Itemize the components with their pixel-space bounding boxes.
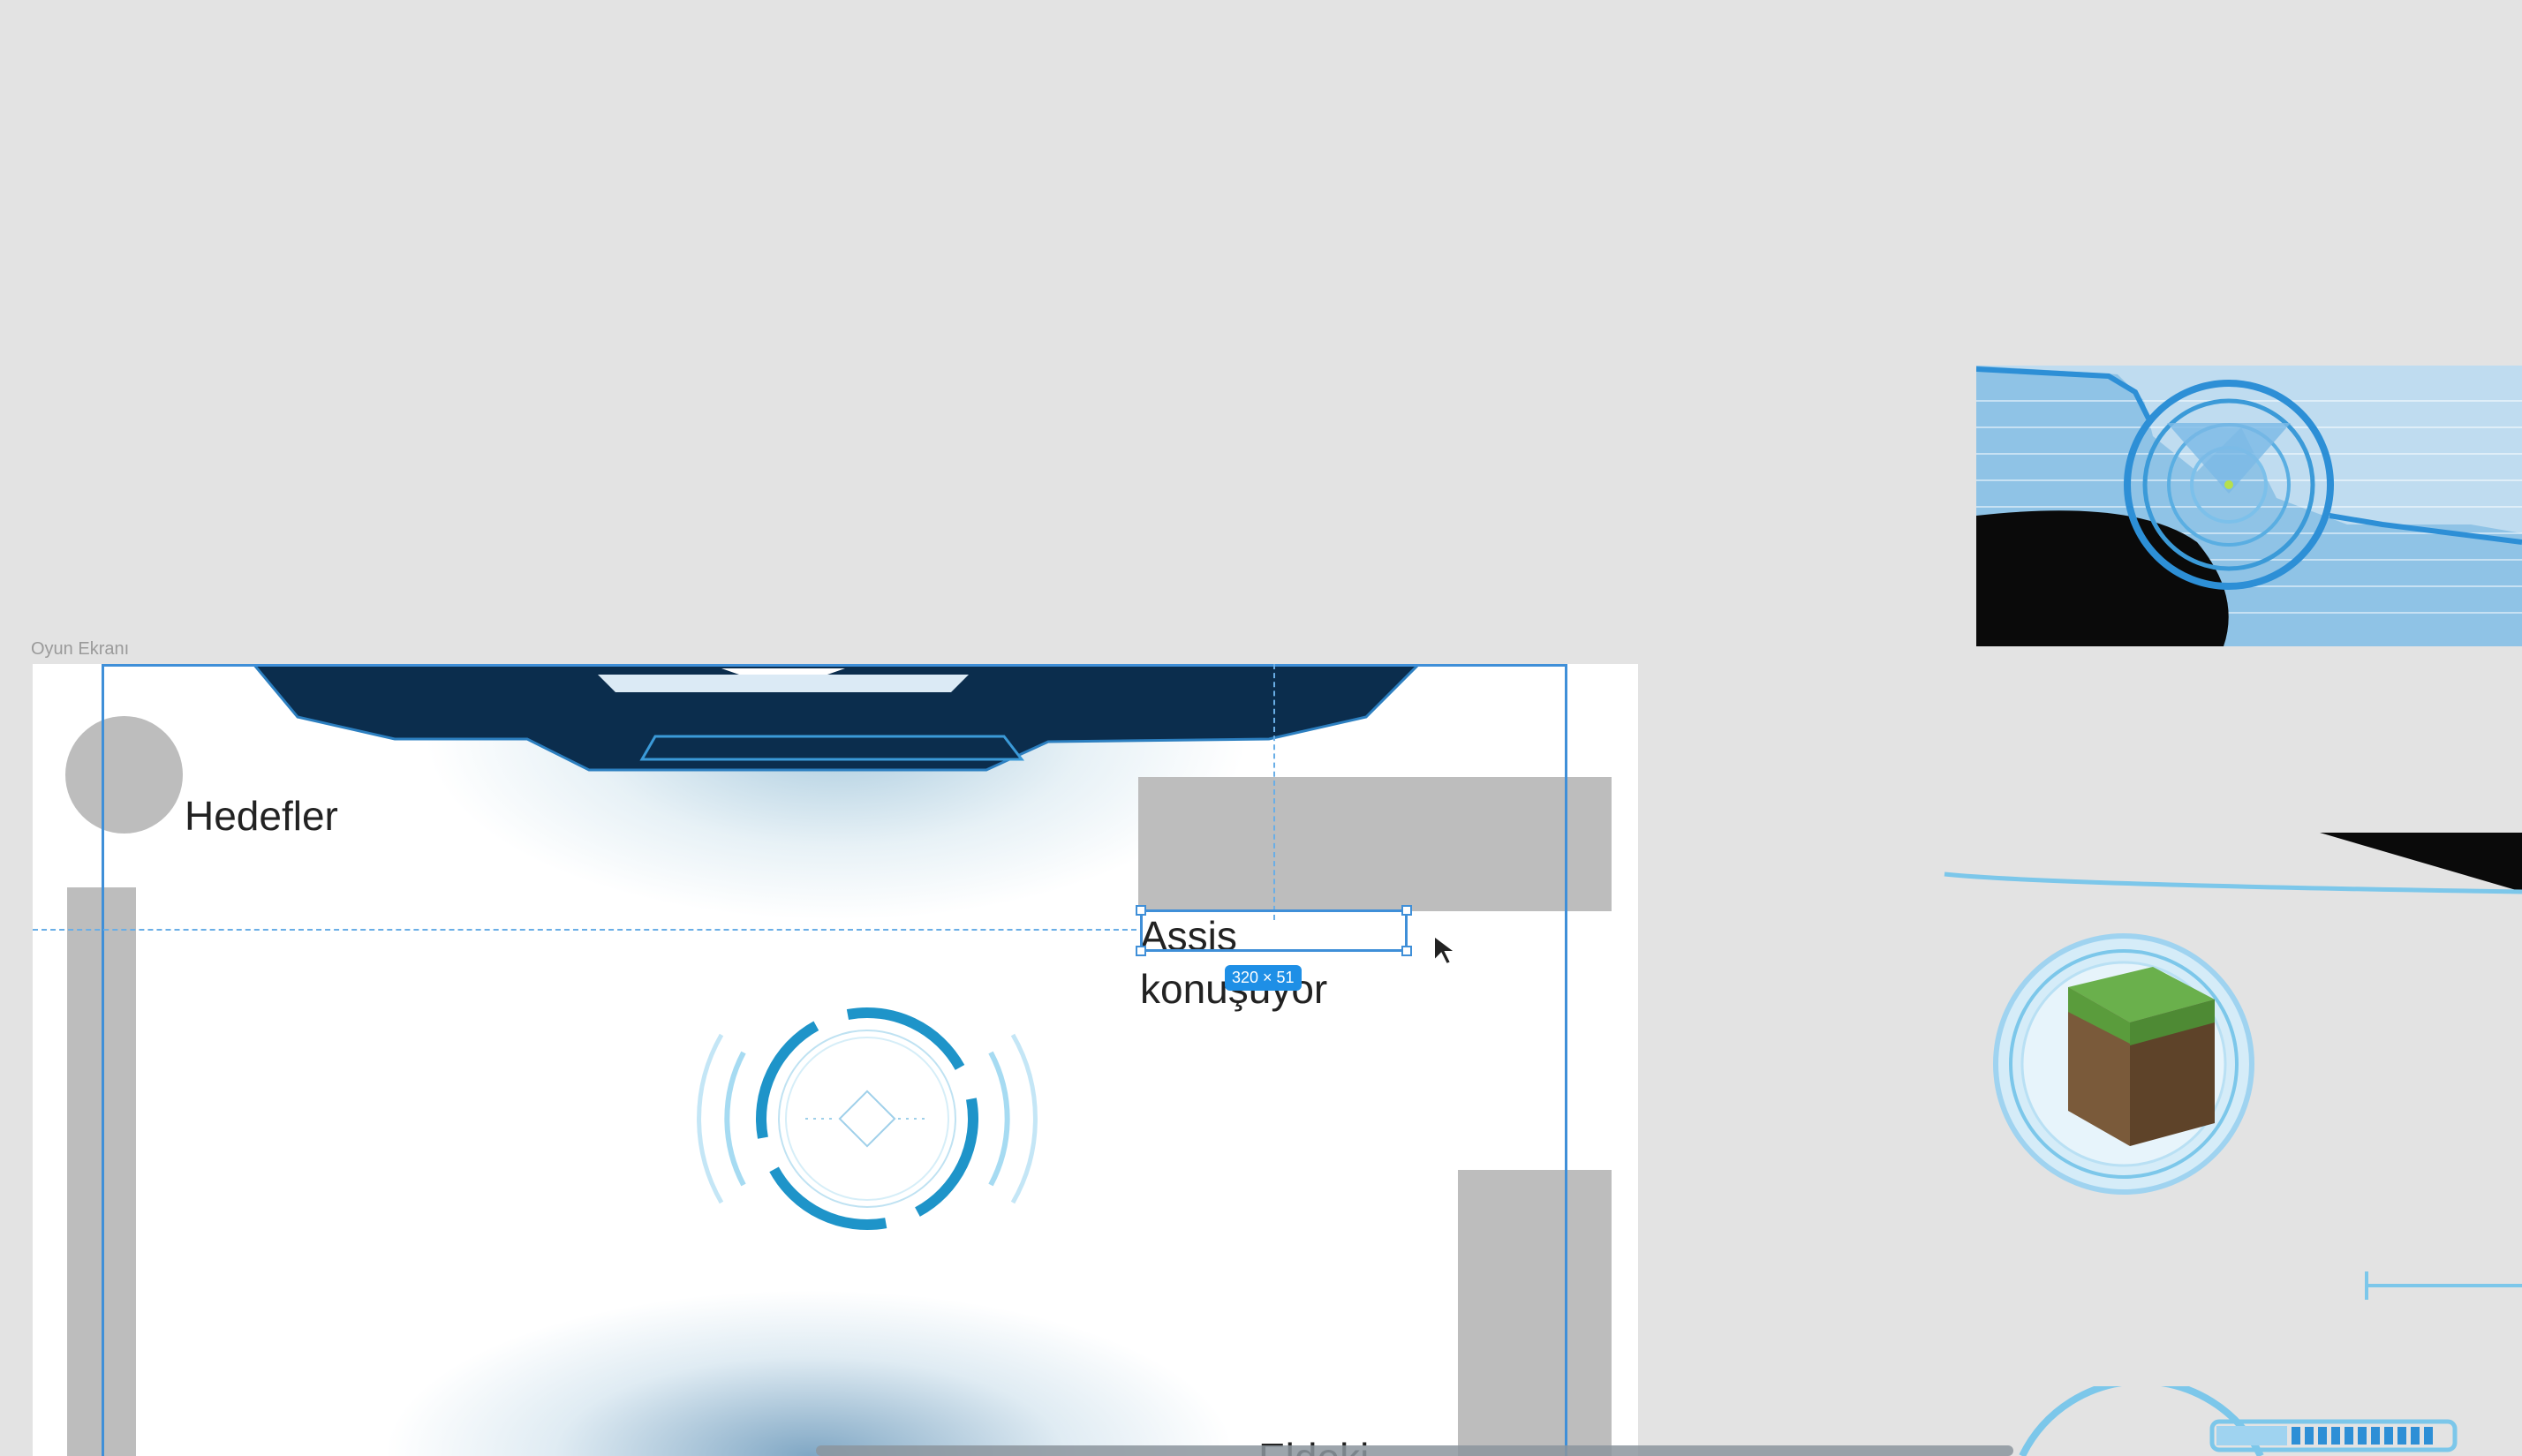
resize-handle-top-right[interactable] <box>1401 905 1412 916</box>
selection-size-badge: 320 × 51 <box>1225 965 1302 991</box>
smart-guide-horizontal <box>33 929 1136 931</box>
smart-guide-vertical <box>1273 664 1275 920</box>
resize-handle-bottom-left[interactable] <box>1136 946 1146 956</box>
resize-handle-bottom-right[interactable] <box>1401 946 1412 956</box>
hud-progress-meter[interactable] <box>2013 1386 2522 1456</box>
resize-handle-top-left[interactable] <box>1136 905 1146 916</box>
crosshair-reticle[interactable] <box>642 964 1101 1264</box>
horizontal-scrollbar[interactable] <box>816 1445 2013 1456</box>
frame-label[interactable]: Oyun Ekranı <box>31 639 129 660</box>
radar-hud-panel[interactable] <box>1976 366 2522 646</box>
slider-handle-icon[interactable] <box>2358 1263 2522 1307</box>
mouse-cursor-icon <box>1433 934 1458 966</box>
text-selection-box[interactable] <box>1136 905 1412 956</box>
hud-line-wedge[interactable] <box>1943 830 2522 901</box>
game-screen-frame[interactable]: Hedefler Assis konuşuyor 3 <box>33 664 1638 1456</box>
grass-block-badge-icon[interactable] <box>1987 927 2261 1201</box>
